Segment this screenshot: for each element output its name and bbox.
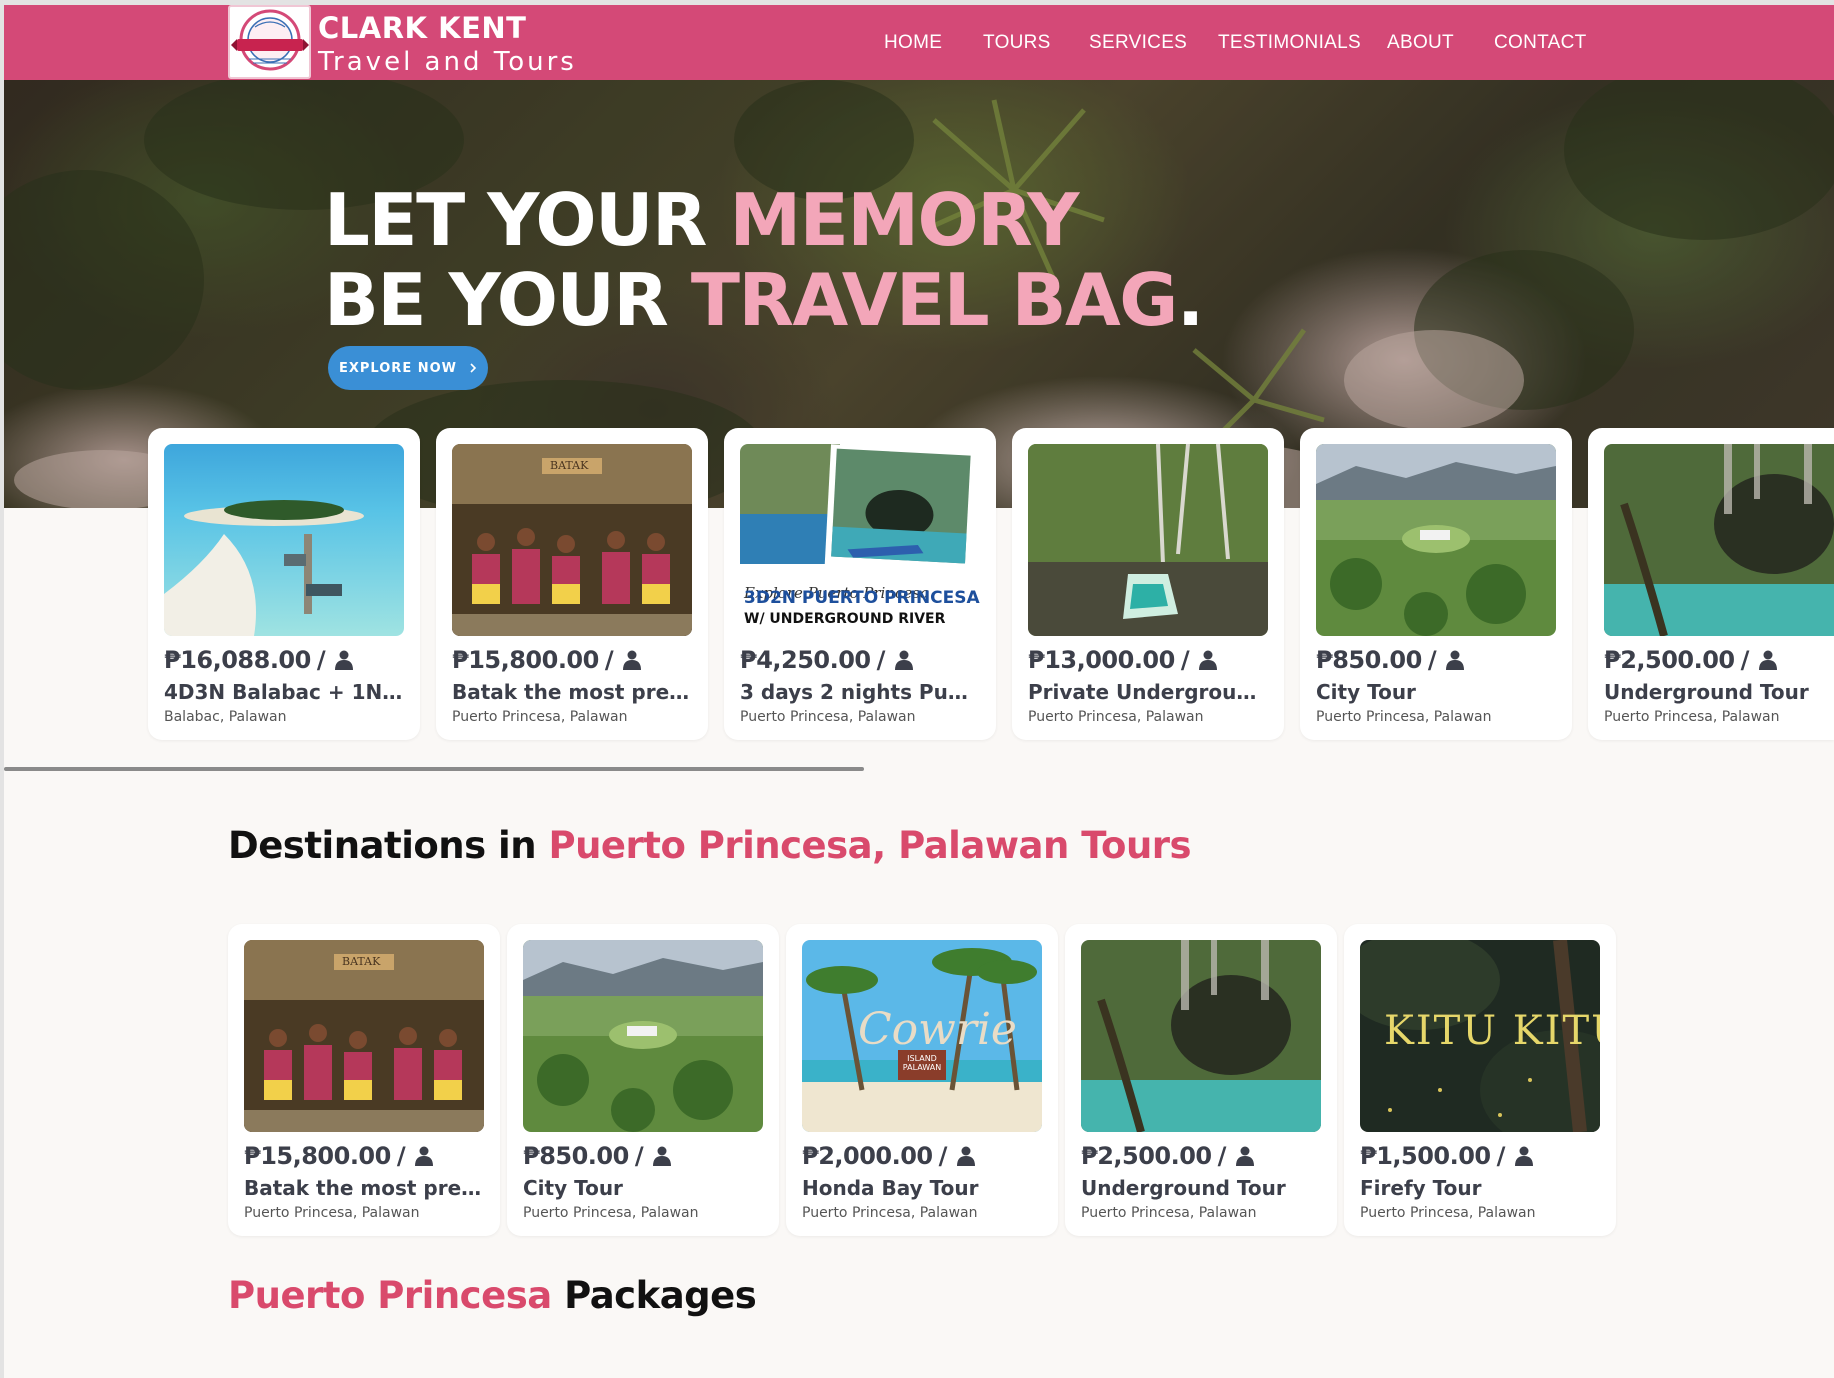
tour-card[interactable]: ₱16,088.00/ 4D3N Balabac + 1N in Puerto … [148, 428, 420, 740]
destination-title[interactable]: City Tour [523, 1176, 763, 1200]
hero-headline-line-1: LET YOUR MEMORY [324, 178, 1079, 262]
destination-price: ₱2,500.00/ [1081, 1142, 1254, 1170]
explore-now-label: EXPLORE NOW [339, 360, 457, 376]
batak-sign-text: BATAK [342, 955, 381, 968]
destination-card[interactable]: KITU KITU ₱1,500.00/ Firefy Tour Puerto … [1344, 924, 1616, 1236]
destination-location: Puerto Princesa, Palawan [802, 1205, 978, 1221]
person-icon [894, 650, 913, 670]
person-icon [623, 650, 642, 670]
tour-card[interactable]: Explore Puerto Princesa 3D2N PUERTO PRIN… [724, 428, 996, 740]
honda-bay-sign-small-text: ISLAND PALAWAN [902, 1054, 942, 1072]
destination-card[interactable]: ₱2,500.00/ Underground Tour Puerto Princ… [1065, 924, 1337, 1236]
tour-location: Puerto Princesa, Palawan [1604, 709, 1780, 725]
poster-subtitle-text: W/ UNDERGROUND RIVER [744, 611, 946, 627]
tour-image-underground [1604, 444, 1834, 636]
tour-price: ₱2,500.00/ [1604, 646, 1777, 674]
tour-price: ₱4,250.00/ [740, 646, 913, 674]
tour-location: Puerto Princesa, Palawan [1028, 709, 1204, 725]
destination-card[interactable]: Cowrie ISLAND PALAWAN ₱2,000.00/ Honda B… [786, 924, 1058, 1236]
hero-accent-travel-bag: TRAVEL BAG [690, 258, 1178, 342]
window-frame-left [0, 0, 4, 1378]
nav-contact[interactable]: CONTACT [1494, 32, 1587, 54]
batak-sign-text: BATAK [550, 459, 589, 472]
destination-card[interactable]: ₱850.00/ City Tour Puerto Princesa, Pala… [507, 924, 779, 1236]
window-frame-top [0, 0, 1834, 5]
destination-card[interactable]: BATAK ₱15,800.00/ Batak the most preserv… [228, 924, 500, 1236]
tour-price: ₱15,800.00/ [452, 646, 642, 674]
tour-price: ₱13,000.00/ [1028, 646, 1218, 674]
destination-image-firefly: KITU KITU [1360, 940, 1600, 1132]
tour-image-balabac [164, 444, 404, 636]
destination-price: ₱2,000.00/ [802, 1142, 975, 1170]
destination-image-honda-bay: Cowrie ISLAND PALAWAN [802, 940, 1042, 1132]
destination-price: ₱1,500.00/ [1360, 1142, 1533, 1170]
destination-title[interactable]: Firefy Tour [1360, 1176, 1600, 1200]
main-nav: HOME TOURS SERVICES TESTIMONIALS ABOUT C… [4, 32, 1834, 62]
tour-title[interactable]: 4D3N Balabac + 1N in Puerto Princesa [164, 680, 404, 704]
person-icon [335, 650, 354, 670]
packages-heading-accent: Puerto Princesa [228, 1274, 552, 1317]
site-header: CLARK KENT Travel and Tours HOME TOURS S… [4, 5, 1834, 80]
packages-heading: Puerto Princesa Packages [228, 1274, 757, 1317]
tour-price: ₱850.00/ [1316, 646, 1465, 674]
destination-location: Puerto Princesa, Palawan [244, 1205, 420, 1221]
person-icon [1758, 650, 1777, 670]
carousel-scrollbar-thumb[interactable] [4, 767, 865, 771]
firefly-sign-text: KITU KITU [1384, 1008, 1600, 1054]
person-icon [956, 1146, 975, 1166]
destination-title[interactable]: Batak the most preserved tribe [244, 1176, 484, 1200]
nav-services[interactable]: SERVICES [1089, 32, 1187, 54]
explore-now-button[interactable]: EXPLORE NOW [328, 346, 488, 390]
tour-image-3d2n-poster: Explore Puerto Princesa 3D2N PUERTO PRIN… [740, 444, 980, 636]
destination-location: Puerto Princesa, Palawan [1081, 1205, 1257, 1221]
tour-card[interactable]: ₱13,000.00/ Private Underground River To… [1012, 428, 1284, 740]
person-icon [1199, 650, 1218, 670]
nav-tours[interactable]: TOURS [983, 32, 1051, 54]
destination-image-city-tour [523, 940, 763, 1132]
tour-image-batak: BATAK [452, 444, 692, 636]
hero-headline-line-2: BE YOUR TRAVEL BAG. [324, 258, 1204, 342]
chevron-right-icon [470, 363, 477, 373]
tour-location: Balabac, Palawan [164, 709, 287, 725]
carousel-scrollbar[interactable] [4, 767, 1834, 771]
tour-card[interactable]: ₱2,500.00/ Underground Tour Puerto Princ… [1588, 428, 1834, 740]
tour-title[interactable]: City Tour [1316, 680, 1556, 704]
tour-title[interactable]: Batak the most preserved tribe [452, 680, 692, 704]
destinations-heading: Destinations in Puerto Princesa, Palawan… [228, 824, 1192, 867]
tour-title[interactable]: Private Underground River Tour [1028, 680, 1268, 704]
nav-testimonials[interactable]: TESTIMONIALS [1218, 32, 1361, 54]
tour-location: Puerto Princesa, Palawan [1316, 709, 1492, 725]
person-icon [415, 1146, 434, 1166]
person-icon [653, 1146, 672, 1166]
hero-accent-memory: MEMORY [729, 178, 1080, 262]
destination-price: ₱850.00/ [523, 1142, 672, 1170]
destination-title[interactable]: Honda Bay Tour [802, 1176, 1042, 1200]
nav-about[interactable]: ABOUT [1387, 32, 1454, 54]
tour-title[interactable]: 3 days 2 nights Puerto Princesa [740, 680, 980, 704]
tour-location: Puerto Princesa, Palawan [452, 709, 628, 725]
person-icon [1235, 1146, 1254, 1166]
tour-card[interactable]: BATAK ₱15,800.00/ Batak the most preserv… [436, 428, 708, 740]
destinations-heading-accent: Puerto Princesa, Palawan Tours [548, 824, 1192, 867]
tour-image-private-underground [1028, 444, 1268, 636]
tour-title[interactable]: Underground Tour [1604, 680, 1834, 704]
destination-location: Puerto Princesa, Palawan [523, 1205, 699, 1221]
destination-image-underground [1081, 940, 1321, 1132]
honda-bay-sign-text: Cowrie [858, 1004, 1017, 1055]
tour-image-city-tour [1316, 444, 1556, 636]
tour-card[interactable]: ₱850.00/ City Tour Puerto Princesa, Pala… [1300, 428, 1572, 740]
person-icon [1446, 650, 1465, 670]
destination-location: Puerto Princesa, Palawan [1360, 1205, 1536, 1221]
person-icon [1514, 1146, 1533, 1166]
destination-image-batak: BATAK [244, 940, 484, 1132]
poster-title-text: 3D2N PUERTO PRINCESA [744, 588, 980, 608]
destination-price: ₱15,800.00/ [244, 1142, 434, 1170]
destination-title[interactable]: Underground Tour [1081, 1176, 1321, 1200]
tour-price: ₱16,088.00/ [164, 646, 354, 674]
nav-home[interactable]: HOME [884, 32, 942, 54]
tour-location: Puerto Princesa, Palawan [740, 709, 916, 725]
